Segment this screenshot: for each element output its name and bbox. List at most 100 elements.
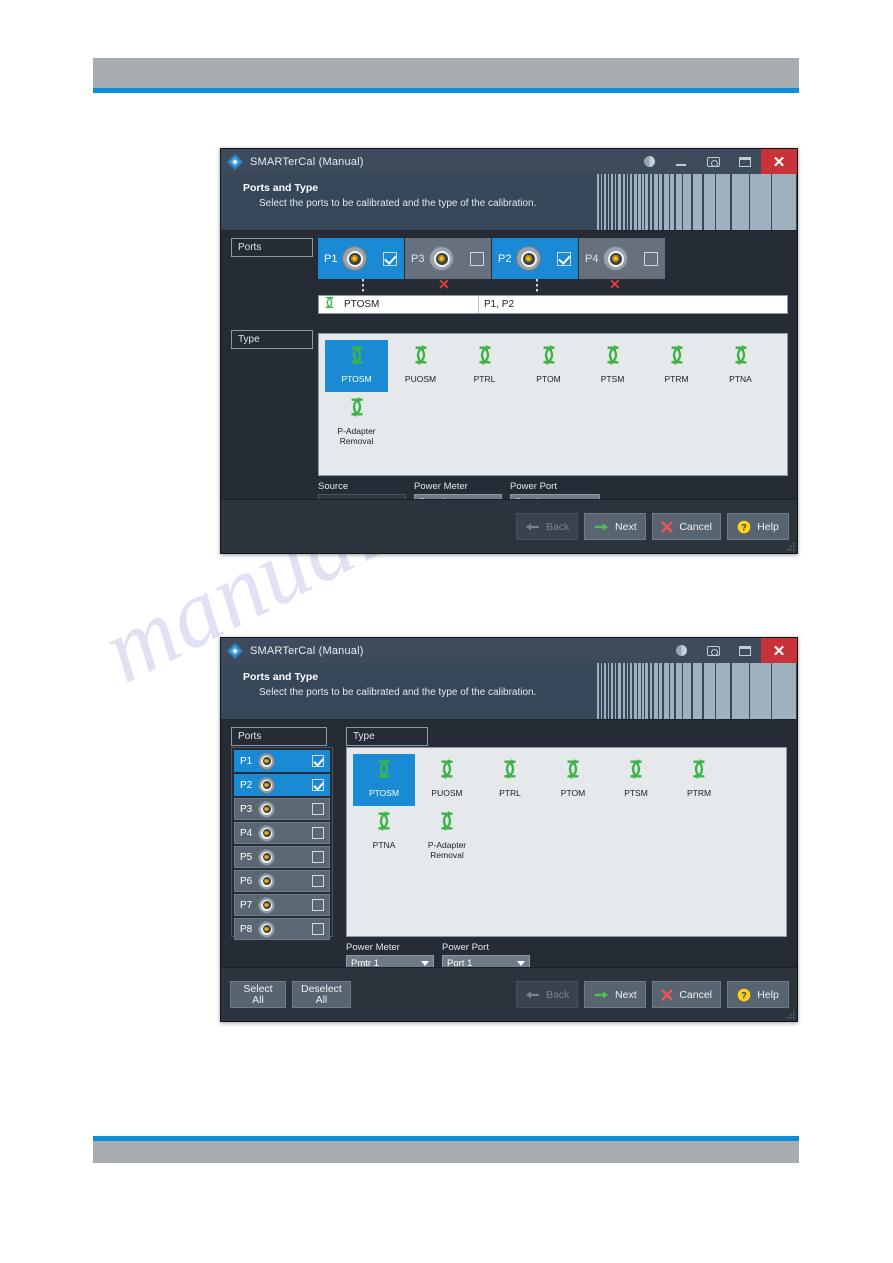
port-checkbox-p7[interactable] (312, 899, 324, 911)
port-tile-p4[interactable]: P4 (579, 238, 665, 279)
minimize-icon[interactable] (665, 149, 697, 174)
cross-icon (661, 988, 674, 1001)
port-checkbox-p2[interactable] (557, 251, 571, 266)
port-checkbox-p6[interactable] (312, 875, 324, 887)
back-button[interactable]: Back (515, 513, 579, 540)
port-row-p1[interactable]: P1 (234, 750, 330, 772)
cal-loop-icon (562, 758, 584, 785)
dialog1-header-title: Ports and Type (243, 182, 319, 194)
port-row-p8[interactable]: P8 (234, 918, 330, 940)
cal-type-ptna[interactable]: PTNA (353, 806, 415, 858)
port-connector-icon (258, 872, 275, 890)
port-tile-label: P2 (498, 252, 512, 265)
port-checkbox-p4[interactable] (312, 827, 324, 839)
dialog2-titlebar[interactable]: SMARTerCal (Manual) ✕ (221, 638, 797, 663)
cancel-button[interactable]: Cancel (652, 513, 721, 540)
port-row-p3[interactable]: P3 (234, 798, 330, 820)
select-all-label-line2: All (252, 993, 264, 1006)
cal-type-ptosm[interactable]: PTOSM (353, 754, 415, 806)
select-all-button[interactable]: Select All (230, 981, 286, 1008)
port-tile-p2[interactable]: P2 (492, 238, 578, 279)
resize-grip-icon[interactable] (786, 542, 795, 551)
next-button-label: Next (615, 988, 637, 1001)
contrast-icon[interactable] (665, 638, 697, 663)
cal-type-label: PTNA (729, 374, 752, 384)
port-checkbox-p5[interactable] (312, 851, 324, 863)
port-checkbox-p8[interactable] (312, 923, 324, 935)
deselect-all-button[interactable]: Deselect All (292, 981, 351, 1008)
help-button[interactable]: ? Help (727, 981, 789, 1008)
next-button-label: Next (615, 520, 637, 533)
maximize-icon[interactable] (729, 149, 761, 174)
dialog2-body: Ports Type P1 P2 P3 P4 P5 P6 P7 P8 PTOSM PUOSM PT… (221, 720, 797, 972)
screenshot-camera-icon[interactable] (697, 149, 729, 174)
cal-type-ptna[interactable]: PTNA (709, 340, 772, 392)
cal-type-ptrm[interactable]: PTRM (645, 340, 708, 392)
back-button[interactable]: Back (515, 981, 579, 1008)
dialog1-title: SMARTerCal (Manual) (250, 155, 364, 168)
cancel-button[interactable]: Cancel (652, 981, 721, 1008)
cal-loop-icon (373, 810, 395, 837)
cal-type-ptsm[interactable]: PTSM (605, 754, 667, 806)
port-row-p6[interactable]: P6 (234, 870, 330, 892)
cal-loop-icon (436, 810, 458, 837)
chevron-down-icon (517, 961, 525, 966)
port-tile-p3[interactable]: P3 (405, 238, 491, 279)
port-row-p7[interactable]: P7 (234, 894, 330, 916)
cal-type-ptrm[interactable]: PTRM (668, 754, 730, 806)
cal-type-ptom[interactable]: PTOM (517, 340, 580, 392)
cal-type-ptsm[interactable]: PTSM (581, 340, 644, 392)
port-checkbox-p3[interactable] (312, 803, 324, 815)
back-button-label: Back (545, 520, 570, 533)
cal-type-label: P-Adapter Removal (427, 840, 467, 860)
maximize-icon[interactable] (729, 638, 761, 663)
cal-type-ptosm[interactable]: PTOSM (325, 340, 388, 392)
port-row-label: P4 (240, 827, 253, 839)
port-row-p2[interactable]: P2 (234, 774, 330, 796)
smartercal-dialog-4port: SMARTerCal (Manual) ✕ Ports and Type Sel… (220, 148, 798, 554)
cal-type-label: PTRL (473, 374, 496, 384)
dialog1-titlebar[interactable]: SMARTerCal (Manual) ✕ (221, 149, 797, 174)
svg-text:?: ? (741, 522, 747, 532)
port-row-label: P1 (240, 755, 253, 767)
port-checkbox-p1[interactable] (312, 755, 324, 767)
cal-type-label: PTRM (664, 374, 689, 384)
dialog2-header-title: Ports and Type (243, 671, 319, 683)
resize-grip-icon[interactable] (786, 1010, 795, 1019)
help-button[interactable]: ? Help (727, 513, 789, 540)
port-checkbox-p3[interactable] (470, 251, 484, 266)
cal-type-p-adapter-removal[interactable]: P-Adapter Removal (416, 806, 478, 860)
power-port-label: Power Port (442, 942, 489, 953)
cal-type-ptrl[interactable]: PTRL (453, 340, 516, 392)
port-checkbox-p2[interactable] (312, 779, 324, 791)
port-checkbox-p4[interactable] (644, 251, 658, 266)
close-icon[interactable]: ✕ (761, 638, 797, 663)
calibration-summary-strip[interactable]: PTOSM P1, P2 (318, 295, 788, 314)
close-icon[interactable]: ✕ (761, 149, 797, 174)
cal-type-p-adapter-removal[interactable]: P-Adapter Removal (325, 392, 388, 446)
port-marker-dash-p2 (536, 279, 538, 293)
cal-type-ptom[interactable]: PTOM (542, 754, 604, 806)
next-button[interactable]: Next (584, 513, 647, 540)
screenshot-camera-icon[interactable] (697, 638, 729, 663)
next-button[interactable]: Next (584, 981, 647, 1008)
port-tile-p1[interactable]: P1 (318, 238, 404, 279)
smartercal-dialog-8port: SMARTerCal (Manual) ✕ Ports and Type Sel… (220, 637, 798, 1022)
cal-loop-icon (323, 296, 336, 314)
port-checkbox-p1[interactable] (383, 251, 397, 266)
cal-loop-icon (346, 396, 368, 423)
cancel-button-label: Cancel (679, 520, 712, 533)
port-row-p4[interactable]: P4 (234, 822, 330, 844)
dialog1-header-subtitle: Select the ports to be calibrated and th… (259, 198, 537, 209)
port-row-p5[interactable]: P5 (234, 846, 330, 868)
cal-type-label: PTOSM (341, 374, 372, 384)
contrast-icon[interactable] (633, 149, 665, 174)
port-tile-label: P3 (411, 252, 425, 265)
cal-type-puosm[interactable]: PUOSM (389, 340, 452, 392)
cal-type-ptrl[interactable]: PTRL (479, 754, 541, 806)
cal-type-puosm[interactable]: PUOSM (416, 754, 478, 806)
ports-list: P1 P2 P3 P4 P5 P6 P7 P8 (231, 747, 333, 940)
port-connector-icon (258, 752, 275, 770)
power-port-label: Power Port (510, 481, 557, 492)
cal-loop-icon (538, 344, 560, 371)
